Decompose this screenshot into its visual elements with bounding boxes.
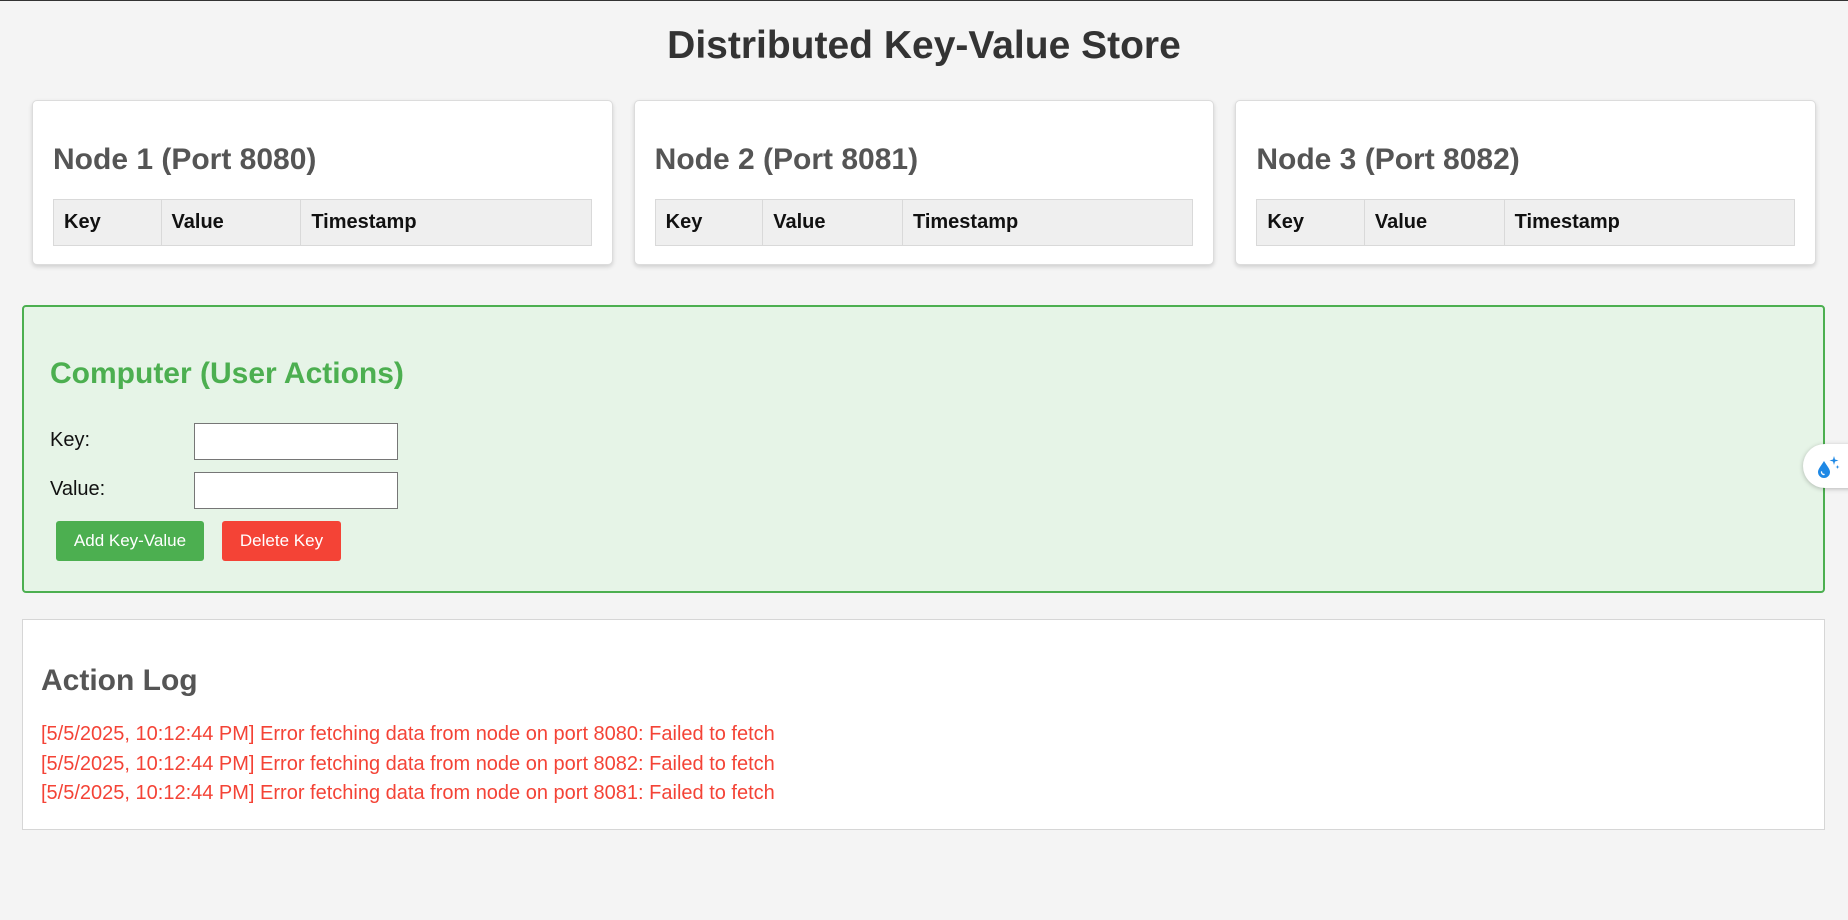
node-card-1: Node 1 (Port 8080) Key Value Timestamp — [32, 100, 613, 265]
action-log-title: Action Log — [41, 664, 198, 697]
node-title: Node 1 (Port 8080) — [53, 143, 317, 176]
column-header-key: Key — [53, 199, 162, 246]
log-entry: [5/5/2025, 10:12:44 PM] Error fetching d… — [41, 752, 775, 775]
column-header-key: Key — [654, 199, 764, 246]
column-header-timestamp: Timestamp — [300, 199, 592, 246]
column-header-timestamp: Timestamp — [901, 199, 1194, 246]
log-entry: [5/5/2025, 10:12:44 PM] Error fetching d… — [41, 782, 775, 804]
column-header-timestamp: Timestamp — [1503, 199, 1796, 246]
node-card-2: Node 2 (Port 8081) Key Value Timestamp — [633, 100, 1215, 265]
computer-actions-panel: Computer (User Actions) Key: Value: Add … — [22, 305, 1825, 593]
column-header-value: Value — [1363, 199, 1505, 246]
node-title: Node 2 (Port 8081) — [654, 143, 919, 176]
key-label: Key: — [50, 429, 91, 451]
column-header-value: Value — [762, 199, 903, 246]
node-table: Key Value Timestamp — [654, 199, 1194, 246]
page-title: Distributed Key-Value Store — [667, 24, 1181, 67]
column-header-value: Value — [160, 199, 302, 246]
window-top-border — [0, 0, 1848, 1]
key-input[interactable] — [194, 423, 398, 460]
value-label: Value: — [50, 478, 106, 500]
node-title: Node 3 (Port 8082) — [1256, 143, 1520, 176]
value-input[interactable] — [194, 472, 398, 509]
water-drop-sparkle-icon — [1818, 456, 1840, 478]
table-header-row: Key Value Timestamp — [1256, 199, 1796, 246]
floating-assistant-widget[interactable] — [1803, 444, 1848, 488]
nodes-row: Node 1 (Port 8080) Key Value Timestamp N… — [32, 100, 1817, 265]
computer-panel-title: Computer (User Actions) — [50, 357, 404, 390]
delete-key-button[interactable]: Delete Key — [222, 521, 341, 561]
column-header-key: Key — [1256, 199, 1365, 246]
node-table: Key Value Timestamp — [53, 199, 592, 246]
add-key-value-button[interactable]: Add Key-Value — [56, 521, 204, 561]
table-header-row: Key Value Timestamp — [654, 199, 1194, 246]
action-log-panel: Action Log [5/5/2025, 10:12:44 PM] Error… — [22, 619, 1825, 830]
node-card-3: Node 3 (Port 8082) Key Value Timestamp — [1235, 100, 1817, 265]
log-list: [5/5/2025, 10:12:44 PM] Error fetching d… — [41, 720, 775, 809]
table-header-row: Key Value Timestamp — [53, 199, 592, 246]
log-entry: [5/5/2025, 10:12:44 PM] Error fetching d… — [41, 723, 775, 745]
node-table: Key Value Timestamp — [1256, 199, 1796, 246]
